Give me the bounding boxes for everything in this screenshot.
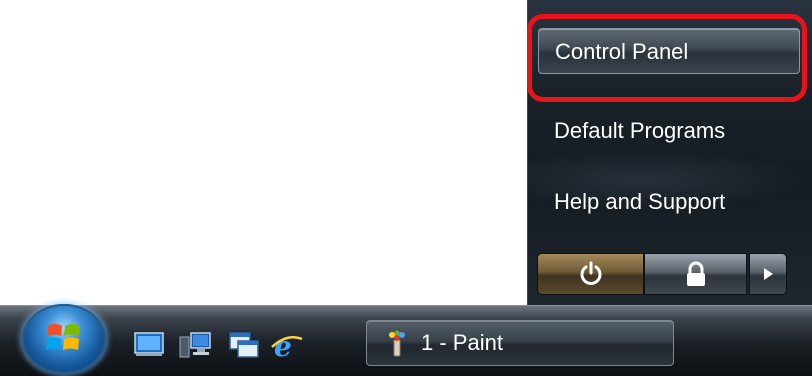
paint-icon xyxy=(389,330,405,357)
power-controls xyxy=(537,253,802,297)
start-button[interactable] xyxy=(22,304,106,374)
power-button[interactable] xyxy=(537,253,644,295)
network-computer-icon[interactable] xyxy=(178,331,212,359)
show-desktop-icon[interactable] xyxy=(134,331,164,357)
lock-button[interactable] xyxy=(644,253,747,295)
svg-text:e: e xyxy=(274,331,292,361)
taskbar-button-label: 1 - Paint xyxy=(421,330,503,355)
switch-windows-icon[interactable] xyxy=(228,331,260,359)
taskbar-button-paint[interactable]: 1 - Paint xyxy=(366,320,674,366)
lock-icon xyxy=(686,261,705,286)
menu-item-default-programs[interactable]: Default Programs xyxy=(538,108,800,154)
power-icon xyxy=(580,261,601,285)
shutdown-options-button[interactable] xyxy=(749,253,787,295)
menu-item-control-panel[interactable]: Control Panel xyxy=(538,28,800,74)
windows-logo-icon xyxy=(46,324,80,350)
arrow-right-icon xyxy=(764,268,773,280)
menu-item-help-and-support[interactable]: Help and Support xyxy=(538,179,800,225)
internet-explorer-icon[interactable]: e xyxy=(270,331,304,361)
